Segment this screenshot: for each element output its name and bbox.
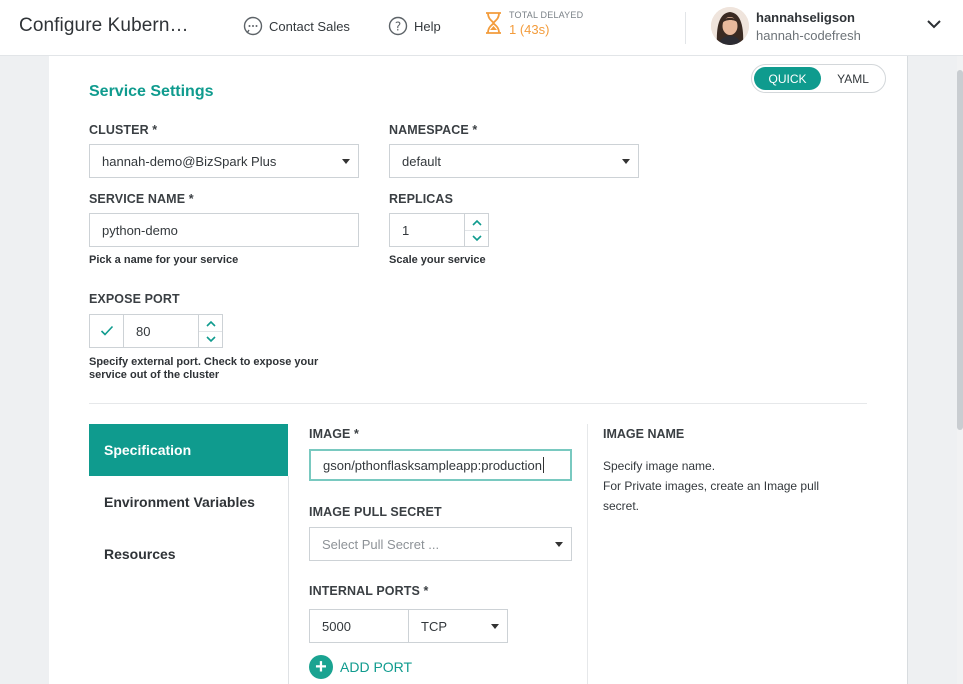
svg-text:?: ? xyxy=(395,20,401,34)
namespace-label: NAMESPACE * xyxy=(389,123,478,137)
chevron-down-icon[interactable] xyxy=(926,18,942,30)
chevron-down-icon xyxy=(471,235,482,242)
info-line: secret. xyxy=(603,499,640,513)
info-line: For Private images, create an Image pull xyxy=(603,479,820,493)
header-divider xyxy=(685,12,686,44)
expose-port-input[interactable]: 80 xyxy=(123,314,199,348)
add-port-button[interactable]: + ADD PORT xyxy=(309,655,412,679)
service-name-hint: Pick a name for your service xyxy=(89,254,239,266)
replicas-decrement-button[interactable] xyxy=(465,230,488,246)
contact-sales-link[interactable]: Contact Sales xyxy=(243,16,350,36)
cluster-label: CLUSTER * xyxy=(89,123,158,137)
user-name: hannahseligson xyxy=(756,10,855,25)
page-title: Configure Kubern… xyxy=(19,15,189,36)
replicas-value: 1 xyxy=(402,222,410,238)
timer-value: 1 (43s) xyxy=(509,22,550,37)
text-cursor xyxy=(542,457,544,473)
tab-panel-border xyxy=(288,476,289,684)
expose-port-checkbox[interactable] xyxy=(89,314,124,348)
tab-environment-variables[interactable]: Environment Variables xyxy=(89,476,288,528)
hourglass-icon xyxy=(486,12,501,34)
namespace-select[interactable]: default xyxy=(389,144,639,178)
service-name-input[interactable]: python-demo xyxy=(89,213,359,247)
internal-ports-label: INTERNAL PORTS * xyxy=(309,584,429,598)
plus-icon: + xyxy=(309,655,333,679)
internal-port-input[interactable]: 5000 xyxy=(309,609,409,643)
protocol-select[interactable]: TCP xyxy=(408,609,508,643)
contact-sales-label: Contact Sales xyxy=(269,18,350,34)
chat-icon xyxy=(243,16,263,36)
expose-port-decrement-button[interactable] xyxy=(199,331,222,347)
caret-down-icon xyxy=(491,624,499,629)
image-value: gson/pthonflasksampleapp:production xyxy=(323,457,542,473)
panel-edge xyxy=(907,56,908,684)
section-title: Service Settings xyxy=(89,83,214,100)
section-divider xyxy=(89,403,867,404)
expose-port-stepper xyxy=(199,314,223,348)
image-label: IMAGE * xyxy=(309,427,360,441)
quick-mode-button[interactable]: QUICK xyxy=(754,67,821,90)
image-name-info-title: IMAGE NAME xyxy=(603,427,685,441)
scrollbar-thumb[interactable] xyxy=(957,70,963,430)
tab-specification[interactable]: Specification xyxy=(89,424,288,476)
yaml-mode-button[interactable]: YAML xyxy=(822,67,884,90)
info-column-border xyxy=(587,424,588,684)
replicas-hint: Scale your service xyxy=(389,254,486,266)
image-pull-secret-label: IMAGE PULL SECRET xyxy=(309,505,442,519)
total-delayed-indicator[interactable]: TOTAL DELAYED 1 (43s) xyxy=(484,11,583,36)
image-pull-secret-select[interactable]: Select Pull Secret ... xyxy=(309,527,572,561)
expose-port-label: EXPOSE PORT xyxy=(89,292,180,306)
info-line: Specify image name. xyxy=(603,459,716,473)
replicas-input[interactable]: 1 xyxy=(389,213,465,247)
checkmark-icon xyxy=(100,325,113,336)
cluster-select[interactable]: hannah-demo@BizSpark Plus xyxy=(89,144,359,178)
chevron-up-icon xyxy=(205,320,216,327)
caret-down-icon xyxy=(622,159,630,164)
expose-port-hint-line: Specify external port. Check to expose y… xyxy=(89,356,319,368)
caret-down-icon xyxy=(555,542,563,547)
help-icon: ? xyxy=(388,16,408,36)
mode-toggle: QUICK YAML xyxy=(751,64,886,93)
timer-label: TOTAL DELAYED xyxy=(509,10,584,20)
expose-port-increment-button[interactable] xyxy=(199,315,222,331)
service-name-value: python-demo xyxy=(102,222,178,238)
internal-port-value: 5000 xyxy=(322,618,351,634)
image-input[interactable]: gson/pthonflasksampleapp:production xyxy=(309,449,572,481)
chevron-down-icon xyxy=(205,336,216,343)
service-name-label: SERVICE NAME * xyxy=(89,192,194,206)
expose-port-hint-line: service out of the cluster xyxy=(89,369,220,381)
top-bar: Configure Kubern… Contact Sales ? Help T… xyxy=(0,0,963,56)
expose-port-hint: Specify external port. Check to expose y… xyxy=(89,356,318,382)
user-account: hannah-codefresh xyxy=(756,28,861,43)
avatar[interactable] xyxy=(711,7,749,45)
replicas-increment-button[interactable] xyxy=(465,214,488,230)
replicas-stepper xyxy=(465,213,489,247)
replicas-label: REPLICAS xyxy=(389,192,454,206)
protocol-value: TCP xyxy=(421,618,447,634)
image-name-info-text: Specify image name. For Private images, … xyxy=(603,456,843,516)
caret-down-icon xyxy=(342,159,350,164)
chevron-up-icon xyxy=(471,219,482,226)
add-port-label: ADD PORT xyxy=(340,659,413,675)
namespace-value: default xyxy=(402,153,442,169)
tab-resources[interactable]: Resources xyxy=(89,528,288,580)
help-link[interactable]: ? Help xyxy=(388,16,441,36)
expose-port-value: 80 xyxy=(136,323,151,339)
image-pull-secret-placeholder: Select Pull Secret ... xyxy=(322,536,440,552)
cluster-value: hannah-demo@BizSpark Plus xyxy=(102,153,277,169)
help-label: Help xyxy=(414,18,441,34)
